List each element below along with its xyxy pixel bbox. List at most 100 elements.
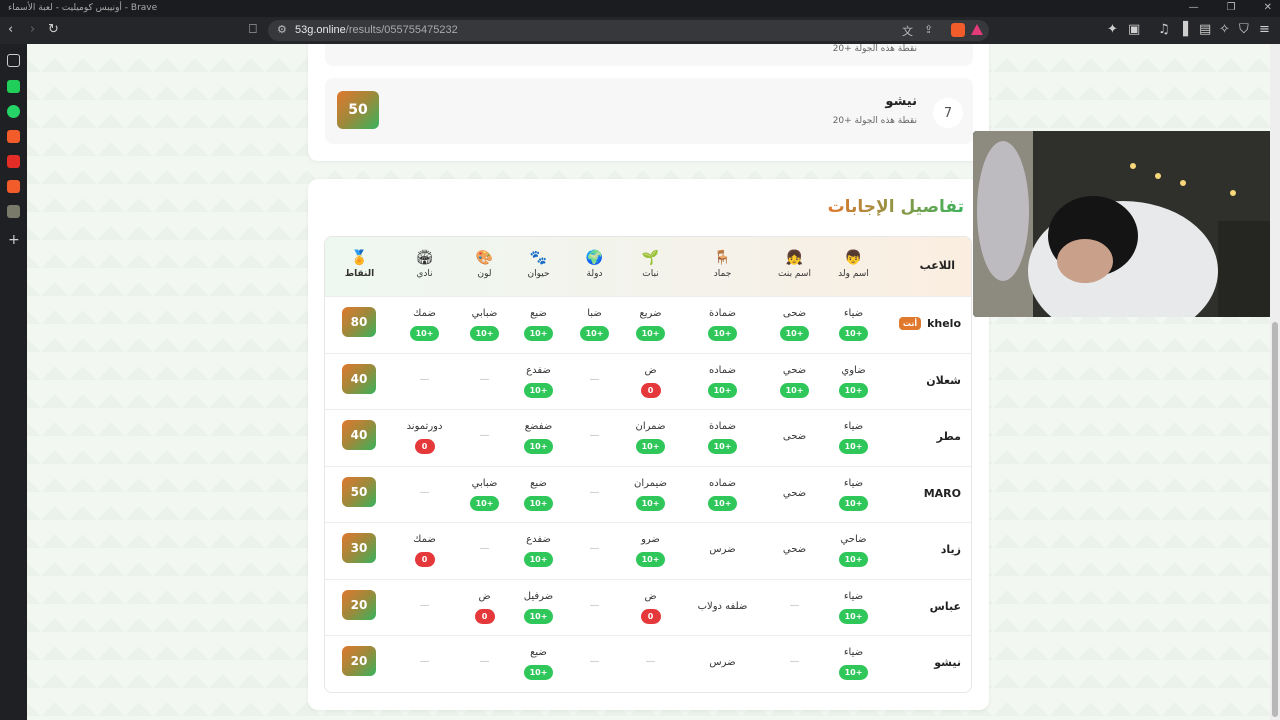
points-badge-positive: 10+: [524, 495, 553, 511]
girl-icon: 👧: [785, 250, 804, 266]
total-points-badge: 80: [342, 307, 376, 337]
answer-text: ضيمران: [634, 477, 667, 489]
table-body: أنت khelo ضياء 10+ ضحى 10+ ضمادة 10+ ضريع 10+ ضبا 1…: [325, 296, 971, 692]
answer-text: ضياء: [843, 647, 864, 658]
restore-icon[interactable]: ❐: [1227, 2, 1236, 13]
translate-icon[interactable]: ⽂: [902, 23, 913, 39]
answer-text: ض: [644, 590, 657, 602]
panel-icon[interactable]: [7, 54, 20, 67]
bookmark-icon[interactable]: ⎕: [249, 22, 257, 38]
sidebar-toggle-icon[interactable]: ▐: [1178, 22, 1188, 38]
header-color: 🎨 لون: [456, 237, 513, 296]
wallet-icon[interactable]: ▤: [1199, 22, 1211, 38]
answer-cell: ضرفيل 10+: [510, 580, 567, 636]
site-info-icon[interactable]: ⚙: [277, 23, 287, 36]
points-badge-positive: 10+: [780, 326, 809, 341]
points-badge-positive: 10+: [636, 326, 665, 341]
header-label: حيوان: [527, 269, 550, 279]
player-name-text: زياد: [940, 543, 961, 556]
player-name-text: مطر: [936, 430, 961, 443]
answer-cell: ضرو 10+: [622, 523, 679, 579]
answer-cell: ضريع 10+: [622, 297, 679, 353]
reload-icon[interactable]: ↻: [48, 22, 59, 38]
points-badge-positive: 10+: [524, 552, 553, 567]
points-badge-zero: 0: [640, 608, 661, 624]
answer-cell: —: [566, 354, 623, 410]
points-badge-positive: 10+: [708, 439, 737, 454]
answer-text: ضمادة: [708, 421, 736, 432]
answer-text: ضياء: [843, 421, 864, 432]
answer-text: ضياء: [843, 477, 864, 489]
answer-text: ضماده: [708, 477, 736, 489]
header-country: 🌍 دولة: [566, 237, 623, 296]
empty-answer: —: [589, 543, 600, 554]
whatsapp-icon[interactable]: [7, 105, 20, 118]
answer-cell: ضبع 10+: [510, 297, 567, 353]
player-name: نيشو: [934, 656, 961, 669]
answer-cell: ضحى: [766, 410, 823, 466]
paw-icon: 🐾: [529, 250, 548, 266]
total-points-badge: 30: [342, 533, 376, 563]
url-domain: 53g.online: [295, 24, 346, 36]
answer-cell: —: [396, 467, 453, 523]
ranking-sub: 20+ نقطة هذه الجولة: [832, 44, 917, 54]
forward-icon[interactable]: ›: [30, 22, 35, 38]
brave-icon[interactable]: [7, 130, 20, 143]
extensions-icon[interactable]: ✦: [1107, 22, 1118, 38]
header-boy-name: 👦 اسم ولد: [825, 237, 882, 296]
url-text[interactable]: 53g.online/results/055755475232: [295, 24, 458, 36]
points-badge-positive: 10+: [708, 382, 737, 398]
window-controls: — ❐ ✕: [1189, 2, 1272, 13]
points-badge-positive: 10+: [524, 326, 553, 341]
close-window-icon[interactable]: ✕: [1264, 2, 1272, 13]
you-badge: أنت: [898, 317, 922, 330]
share-icon[interactable]: ⇪: [924, 23, 933, 36]
media-icon[interactable]: ♫: [1158, 22, 1170, 38]
answer-text: ضمادة: [708, 308, 736, 319]
answer-cell: ضرس: [694, 636, 751, 692]
page-scrollbar[interactable]: [1270, 44, 1280, 720]
answer-text: ضبع: [530, 308, 547, 319]
header-label: دولة: [586, 269, 603, 279]
player-name-text: MARO: [923, 486, 961, 500]
brave-rewards-icon[interactable]: [971, 24, 983, 35]
total-points-badge: 20: [342, 589, 376, 620]
answer-cell: ضحي: [766, 467, 823, 523]
scrollbar-thumb[interactable]: [1272, 322, 1278, 717]
kick-icon[interactable]: [7, 80, 20, 93]
brave-shields-icon[interactable]: [951, 23, 965, 37]
leo-ai-icon[interactable]: ✧: [1219, 22, 1230, 38]
answer-text: ضرس: [709, 544, 736, 555]
back-icon[interactable]: ‹: [8, 22, 13, 38]
answer-cell: ض0: [622, 354, 679, 410]
empty-answer: —: [419, 656, 430, 667]
brave-news-icon[interactable]: [7, 180, 20, 193]
points-badge-positive: 10+: [839, 552, 868, 567]
youtube-icon[interactable]: [7, 155, 20, 168]
answer-cell: ضمك 0: [396, 523, 453, 579]
header-object: 🪑 جماد: [694, 237, 751, 296]
answer-text: ضفدع: [526, 534, 551, 545]
answer-cell: ضفدع 10+: [510, 354, 567, 410]
add-panel-icon[interactable]: +: [8, 232, 20, 248]
answer-text: ضحي: [782, 487, 807, 499]
minimize-icon[interactable]: —: [1189, 2, 1199, 13]
answer-cell: ضفضع 10+: [510, 410, 567, 466]
screenshot-icon[interactable]: ▣: [1128, 22, 1140, 38]
player-name: أنت khelo: [898, 317, 961, 330]
site-favicon-icon[interactable]: [7, 205, 20, 218]
points-badge-positive: 10+: [708, 495, 737, 511]
ranking-card: 20+ نقطة هذه الجولة 50 نيشو 20+ نقطة هذه…: [308, 44, 989, 161]
vpn-icon[interactable]: ⛉: [1239, 22, 1249, 38]
table-row: نيشو ضياء 10+ — ضرس — — ضبع 10+ — — 20: [325, 635, 971, 692]
answer-cell: ضياء 10+: [825, 410, 882, 466]
answer-cell: —: [766, 636, 823, 692]
header-girl-name: 👧 اسم بنت: [766, 237, 823, 296]
points-badge-positive: 10+: [839, 495, 868, 511]
globe-icon: 🌍: [585, 250, 604, 266]
medal-icon: 🏅: [350, 250, 369, 266]
menu-icon[interactable]: ≡: [1259, 22, 1270, 38]
table-row: أنت khelo ضياء 10+ ضحى 10+ ضمادة 10+ ضريع 10+ ضبا 1…: [325, 296, 971, 353]
table-row: عباس ضياء 10+ — ضلفه دولاب ض 0— ضرفيل 10+ ض 0—20: [325, 578, 971, 636]
address-bar[interactable]: ⚙ 53g.online/results/055755475232 ⽂ ⇪: [268, 20, 989, 41]
